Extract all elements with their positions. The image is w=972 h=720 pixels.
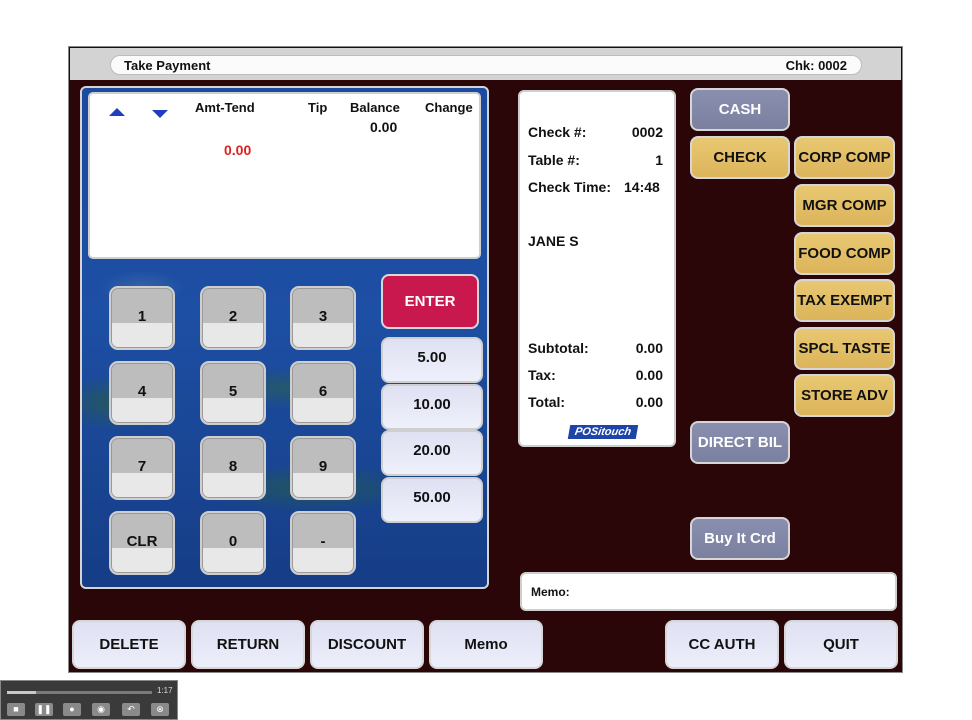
direct-bill-button[interactable]: DIRECT BIL [690, 421, 790, 464]
table-number-label: Table #: [528, 152, 580, 168]
check-number-value: 0002 [631, 124, 663, 140]
check-time-value: 14:48 [624, 179, 660, 195]
key-2[interactable]: 2 [200, 286, 266, 350]
stop-icon[interactable]: ■ [7, 703, 25, 716]
total-value: 0.00 [635, 394, 663, 410]
check-indicator: Chk: 0002 [786, 58, 847, 73]
food-comp-button[interactable]: FOOD COMP [794, 232, 895, 275]
quick-amount-5-button[interactable]: 5.00 [381, 337, 483, 383]
table-number-value: 1 [655, 152, 663, 168]
undo-icon[interactable]: ↶ [122, 703, 140, 716]
memo-field[interactable]: Memo: [520, 572, 897, 611]
check-indicator-number: 0002 [818, 58, 847, 73]
key-5[interactable]: 5 [200, 361, 266, 425]
key-6[interactable]: 6 [290, 361, 356, 425]
key-minus[interactable]: - [290, 511, 356, 575]
cash-button[interactable]: CASH [690, 88, 790, 131]
check-number-label: Check #: [528, 124, 587, 140]
delete-button[interactable]: DELETE [72, 620, 186, 669]
quick-amount-10-button[interactable]: 10.00 [381, 384, 483, 430]
key-clear[interactable]: CLR [109, 511, 175, 575]
key-7[interactable]: 7 [109, 436, 175, 500]
positouch-logo: POSitouch [567, 425, 639, 439]
seek-progress [7, 691, 36, 694]
close-icon[interactable]: ⊗ [151, 703, 169, 716]
tax-value: 0.00 [635, 367, 663, 383]
key-9[interactable]: 9 [290, 436, 356, 500]
total-label: Total: [528, 394, 566, 410]
scroll-down-arrow-icon[interactable] [152, 110, 168, 118]
buy-it-credit-button[interactable]: Buy It Crd [690, 517, 790, 560]
store-adv-button[interactable]: STORE ADV [794, 374, 895, 417]
change-header: Change [425, 100, 473, 115]
media-player: 1:17 ■ ❚❚ ● ◉ ↶ ⊗ [0, 680, 178, 720]
microphone-icon[interactable]: ● [63, 703, 81, 716]
subtotal-value: 0.00 [635, 340, 663, 356]
mgr-comp-button[interactable]: MGR COMP [794, 184, 895, 227]
return-button[interactable]: RETURN [191, 620, 305, 669]
amount-tendered-value: 0.00 [224, 142, 252, 158]
page-title: Take Payment [124, 58, 211, 73]
record-icon[interactable]: ◉ [92, 703, 110, 716]
tender-display: Amt-Tend Tip Balance Change 0.00 0.00 [88, 92, 481, 259]
key-3[interactable]: 3 [290, 286, 356, 350]
server-name: JANE S [528, 233, 579, 249]
title-pill: Take Payment Chk: 0002 [110, 55, 862, 75]
balance-header: Balance [350, 100, 400, 115]
corp-comp-button[interactable]: CORP COMP [794, 136, 895, 179]
scroll-up-arrow-icon[interactable] [109, 108, 125, 116]
subtotal-label: Subtotal: [528, 340, 589, 356]
quick-amount-20-button[interactable]: 20.00 [381, 430, 483, 476]
tip-header: Tip [308, 100, 328, 115]
balance-value: 0.00 [370, 119, 398, 135]
key-8[interactable]: 8 [200, 436, 266, 500]
cc-auth-button[interactable]: CC AUTH [665, 620, 779, 669]
check-summary: Check #: 0002 Table #: 1 Check Time: 14:… [518, 90, 676, 447]
tax-exempt-button[interactable]: TAX EXEMPT [794, 279, 895, 322]
enter-button[interactable]: ENTER [381, 274, 479, 329]
memo-button[interactable]: Memo [429, 620, 543, 669]
playback-time: 1:17 [157, 686, 173, 695]
quit-button[interactable]: QUIT [784, 620, 898, 669]
tax-label: Tax: [528, 367, 556, 383]
key-4[interactable]: 4 [109, 361, 175, 425]
quick-amount-50-button[interactable]: 50.00 [381, 477, 483, 523]
discount-button[interactable]: DISCOUNT [310, 620, 424, 669]
memo-label: Memo: [531, 585, 570, 599]
check-button[interactable]: CHECK [690, 136, 790, 179]
spcl-taste-button[interactable]: SPCL TASTE [794, 327, 895, 370]
pause-icon[interactable]: ❚❚ [35, 703, 53, 716]
check-indicator-label: Chk: [785, 58, 815, 73]
key-0[interactable]: 0 [200, 511, 266, 575]
check-time-label: Check Time: [528, 179, 611, 195]
key-1[interactable]: 1 [109, 286, 175, 350]
amt-tend-header: Amt-Tend [195, 100, 255, 115]
